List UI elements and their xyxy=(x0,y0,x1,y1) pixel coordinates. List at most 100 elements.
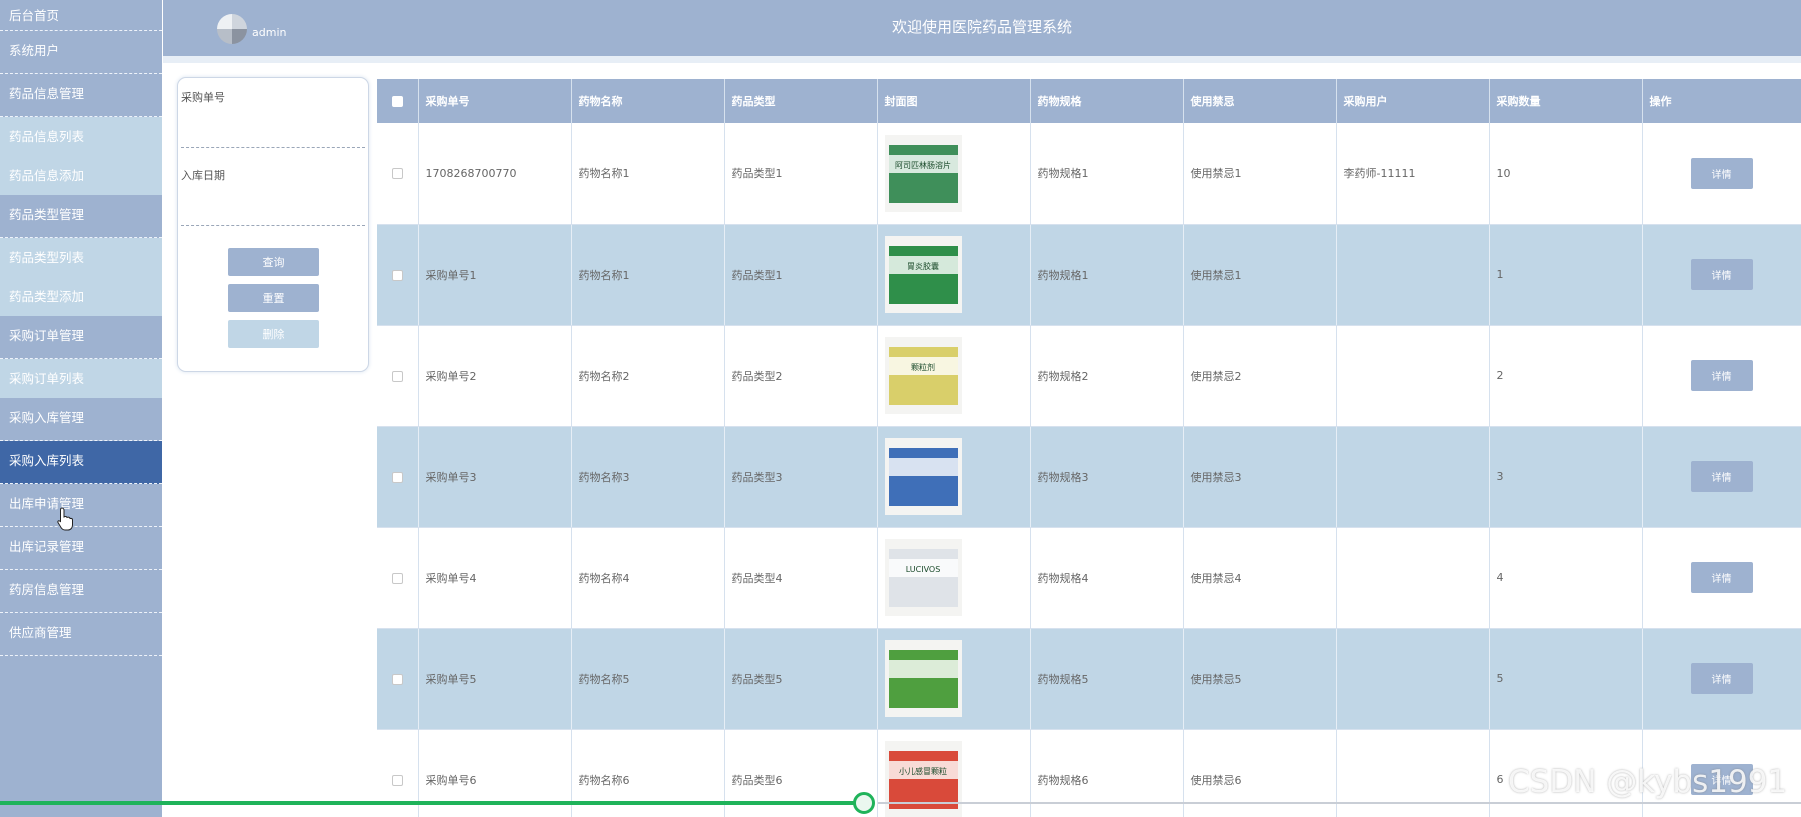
sidebar-item-3[interactable]: 药品信息列表 xyxy=(0,117,162,156)
column-header-2: 药品类型 xyxy=(724,79,878,123)
action-cell: 详情 xyxy=(1642,123,1801,225)
order-no-cell: 采购单号5 xyxy=(418,628,572,730)
drug-type-cell: 药品类型5 xyxy=(724,628,878,730)
qty-cell: 2 xyxy=(1489,325,1643,427)
search-panel: 采购单号 入库日期 查询 重置 删除 xyxy=(177,77,369,372)
sidebar-item-8[interactable]: 采购订单管理 xyxy=(0,316,162,359)
detail-button[interactable]: 详情 xyxy=(1690,259,1753,290)
sidebar-item-11[interactable]: 采购入库列表 xyxy=(0,441,162,484)
svg-text:颗粒剂: 颗粒剂 xyxy=(911,362,935,372)
cover-image: LUCIVOS xyxy=(884,539,962,616)
user-cell xyxy=(1336,628,1490,730)
row-checkbox[interactable] xyxy=(391,572,403,584)
drug-name-cell: 药物名称1 xyxy=(571,224,725,326)
order-no-cell: 采购单号1 xyxy=(418,224,572,326)
row-checkbox-cell xyxy=(377,325,419,427)
video-progress-bar[interactable] xyxy=(0,801,864,805)
video-progress-track xyxy=(878,802,1801,804)
sidebar-item-6[interactable]: 药品类型列表 xyxy=(0,238,162,277)
data-table-wrap: 采购单号 药物名称 药品类型 封面图 药物规格 使用禁忌 采购用户 采购数量 操作 170826… xyxy=(377,79,1801,817)
order-no-cell: 采购单号3 xyxy=(418,426,572,528)
sidebar: 后台首页 系统用户 药品信息管理 药品信息列表 药品信息添加 药品类型管理 药品类型列表 药品… xyxy=(0,0,162,817)
column-header-5: 使用禁忌 xyxy=(1183,79,1337,123)
detail-button[interactable]: 详情 xyxy=(1690,663,1753,694)
sidebar-item-7[interactable]: 药品类型添加 xyxy=(0,277,162,316)
cover-cell: LUCIVOS xyxy=(877,527,1031,629)
header-divider xyxy=(163,56,1801,63)
cover-cell: 胃炎胶囊 xyxy=(877,224,1031,326)
page-title: 欢迎使用医院药品管理系统 xyxy=(891,18,1072,36)
column-header-7: 采购数量 xyxy=(1489,79,1643,123)
sidebar-item-9[interactable]: 采购订单列表 xyxy=(0,359,162,398)
sidebar-item-10[interactable]: 采购入库管理 xyxy=(0,398,162,441)
sidebar-item-5[interactable]: 药品类型管理 xyxy=(0,195,162,238)
query-button[interactable]: 查询 xyxy=(228,248,319,276)
sidebar-item-0[interactable]: 后台首页 xyxy=(0,0,162,31)
drug-type-cell: 药品类型1 xyxy=(724,123,878,225)
sidebar-item-1[interactable]: 系统用户 xyxy=(0,31,162,74)
row-checkbox[interactable] xyxy=(391,168,403,180)
table-row: 1708268700770 药物名称1 药品类型1 阿司匹林肠溶片 药物规格1 使用禁忌1… xyxy=(377,123,1801,225)
taboo-cell: 使用禁忌1 xyxy=(1183,123,1337,225)
action-cell: 详情 xyxy=(1642,527,1801,629)
action-cell: 详情 xyxy=(1642,325,1801,427)
row-checkbox[interactable] xyxy=(391,370,403,382)
spec-cell: 药物规格3 xyxy=(1030,426,1184,528)
row-checkbox[interactable] xyxy=(391,269,403,281)
spec-cell: 药物规格4 xyxy=(1030,527,1184,629)
sidebar-item-12[interactable]: 出库申请管理 xyxy=(0,484,162,527)
cover-image: 颗粒剂 xyxy=(884,337,962,414)
select-all-checkbox[interactable] xyxy=(391,96,403,107)
cover-image xyxy=(884,640,962,717)
action-cell: 详情 xyxy=(1642,224,1801,326)
cover-image xyxy=(884,438,962,515)
table-row: 采购单号2 药物名称2 药品类型2 颗粒剂 药物规格2 使用禁忌2 2 详情 xyxy=(377,325,1801,427)
user-cell xyxy=(1336,325,1490,427)
column-header-1: 药物名称 xyxy=(571,79,725,123)
drug-type-cell: 药品类型1 xyxy=(724,224,878,326)
detail-button[interactable]: 详情 xyxy=(1690,461,1753,492)
drug-type-cell: 药品类型3 xyxy=(724,426,878,528)
cover-cell: 阿司匹林肠溶片 xyxy=(877,123,1031,225)
video-progress-handle[interactable] xyxy=(853,792,875,814)
storage-date-input[interactable] xyxy=(181,204,365,226)
sidebar-item-4[interactable]: 药品信息添加 xyxy=(0,156,162,195)
column-header-6: 采购用户 xyxy=(1336,79,1490,123)
row-checkbox[interactable] xyxy=(391,673,403,685)
sidebar-item-15[interactable]: 供应商管理 xyxy=(0,613,162,656)
row-checkbox[interactable] xyxy=(391,471,403,483)
detail-button[interactable]: 详情 xyxy=(1690,562,1753,593)
qty-cell: 10 xyxy=(1489,123,1643,225)
delete-button[interactable]: 删除 xyxy=(228,320,319,348)
drug-type-cell: 药品类型4 xyxy=(724,527,878,629)
row-checkbox[interactable] xyxy=(391,774,403,786)
order-no-input[interactable] xyxy=(181,126,365,148)
row-checkbox-cell xyxy=(377,426,419,528)
storage-date-label: 入库日期 xyxy=(181,169,225,182)
app-root: 后台首页 系统用户 药品信息管理 药品信息列表 药品信息添加 药品类型管理 药品类型列表 药品… xyxy=(0,0,1801,817)
sidebar-item-13[interactable]: 出库记录管理 xyxy=(0,527,162,570)
cover-cell xyxy=(877,628,1031,730)
svg-text:胃炎胶囊: 胃炎胶囊 xyxy=(907,261,939,271)
sidebar-item-14[interactable]: 药房信息管理 xyxy=(0,570,162,613)
cover-cell xyxy=(877,426,1031,528)
detail-button[interactable]: 详情 xyxy=(1690,157,1753,189)
order-no-label: 采购单号 xyxy=(181,91,225,104)
spec-cell: 药物规格1 xyxy=(1030,123,1184,225)
sidebar-item-2[interactable]: 药品信息管理 xyxy=(0,74,162,117)
action-cell: 详情 xyxy=(1642,628,1801,730)
table-row: 采购单号3 药物名称3 药品类型3 药物规格3 使用禁忌3 3 详情 xyxy=(377,426,1801,528)
drug-name-cell: 药物名称4 xyxy=(571,527,725,629)
hand-cursor-icon xyxy=(57,507,73,531)
taboo-cell: 使用禁忌4 xyxy=(1183,527,1337,629)
cover-image: 阿司匹林肠溶片 xyxy=(884,134,962,212)
user-cell xyxy=(1336,527,1490,629)
order-no-cell: 采购单号2 xyxy=(418,325,572,427)
detail-button[interactable]: 详情 xyxy=(1690,360,1753,391)
user-cell: 李药师-11111 xyxy=(1336,123,1490,225)
header-bar: admin 欢迎使用医院药品管理系统 xyxy=(163,0,1801,56)
reset-button[interactable]: 重置 xyxy=(228,284,319,312)
spec-cell: 药物规格5 xyxy=(1030,628,1184,730)
svg-text:LUCIVOS: LUCIVOS xyxy=(905,565,940,574)
watermark-text: CSDN @kybs1991 xyxy=(1508,764,1788,800)
